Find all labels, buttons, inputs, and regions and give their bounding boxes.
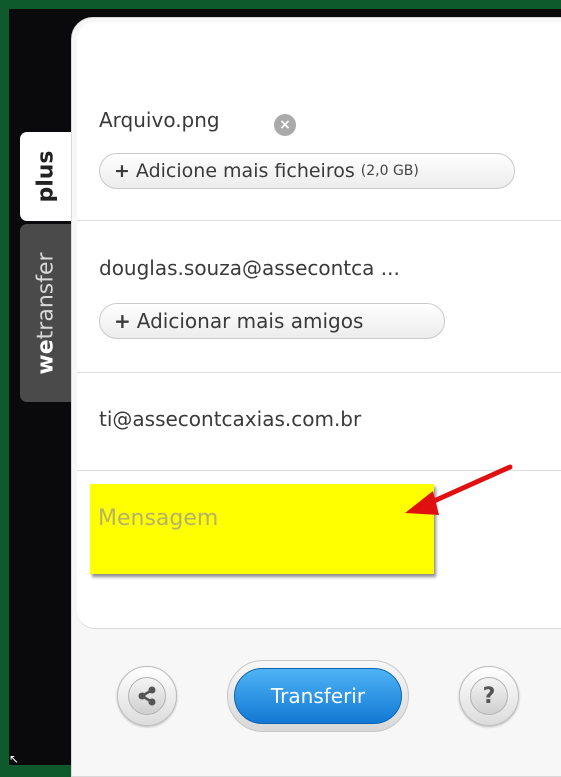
question-mark-icon: ? [482,683,496,709]
divider [77,220,561,221]
add-friends-label: Adicionar mais amigos [136,309,364,333]
transfer-form: Arquivo.png × + Adicione mais ficheiros … [77,22,561,629]
message-field[interactable]: Mensagem [90,484,434,574]
share-button[interactable] [117,666,177,726]
add-files-size: (2,0 GB) [360,163,419,179]
message-placeholder: Mensagem [98,506,219,531]
add-friends-button[interactable]: + Adicionar mais amigos [99,303,445,339]
add-files-button[interactable]: + Adicione mais ficheiros (2,0 GB) [99,153,515,189]
tab-plus[interactable]: plus [20,132,72,221]
transfer-button-frame: Transferir [227,660,409,732]
help-button[interactable]: ? [459,666,519,726]
tab-plus-label: plus [33,150,59,203]
divider [77,372,561,373]
file-name: Arquivo.png [99,108,220,132]
share-icon [138,686,156,706]
tab-wetransfer[interactable]: wetransfer [20,224,72,402]
transfer-button[interactable]: Transferir [234,668,402,724]
annotation-arrow [405,464,513,515]
cursor-icon: ↖ [9,752,20,766]
sender-email-field[interactable]: ti@assecontcaxias.com.br [99,407,361,431]
add-files-label: Adicione mais ficheiros [135,160,355,182]
remove-file-icon[interactable]: × [274,114,296,136]
tab-wetransfer-label: wetransfer [33,251,59,375]
recipient-email-field[interactable]: douglas.souza@assecontca ... [99,256,400,280]
